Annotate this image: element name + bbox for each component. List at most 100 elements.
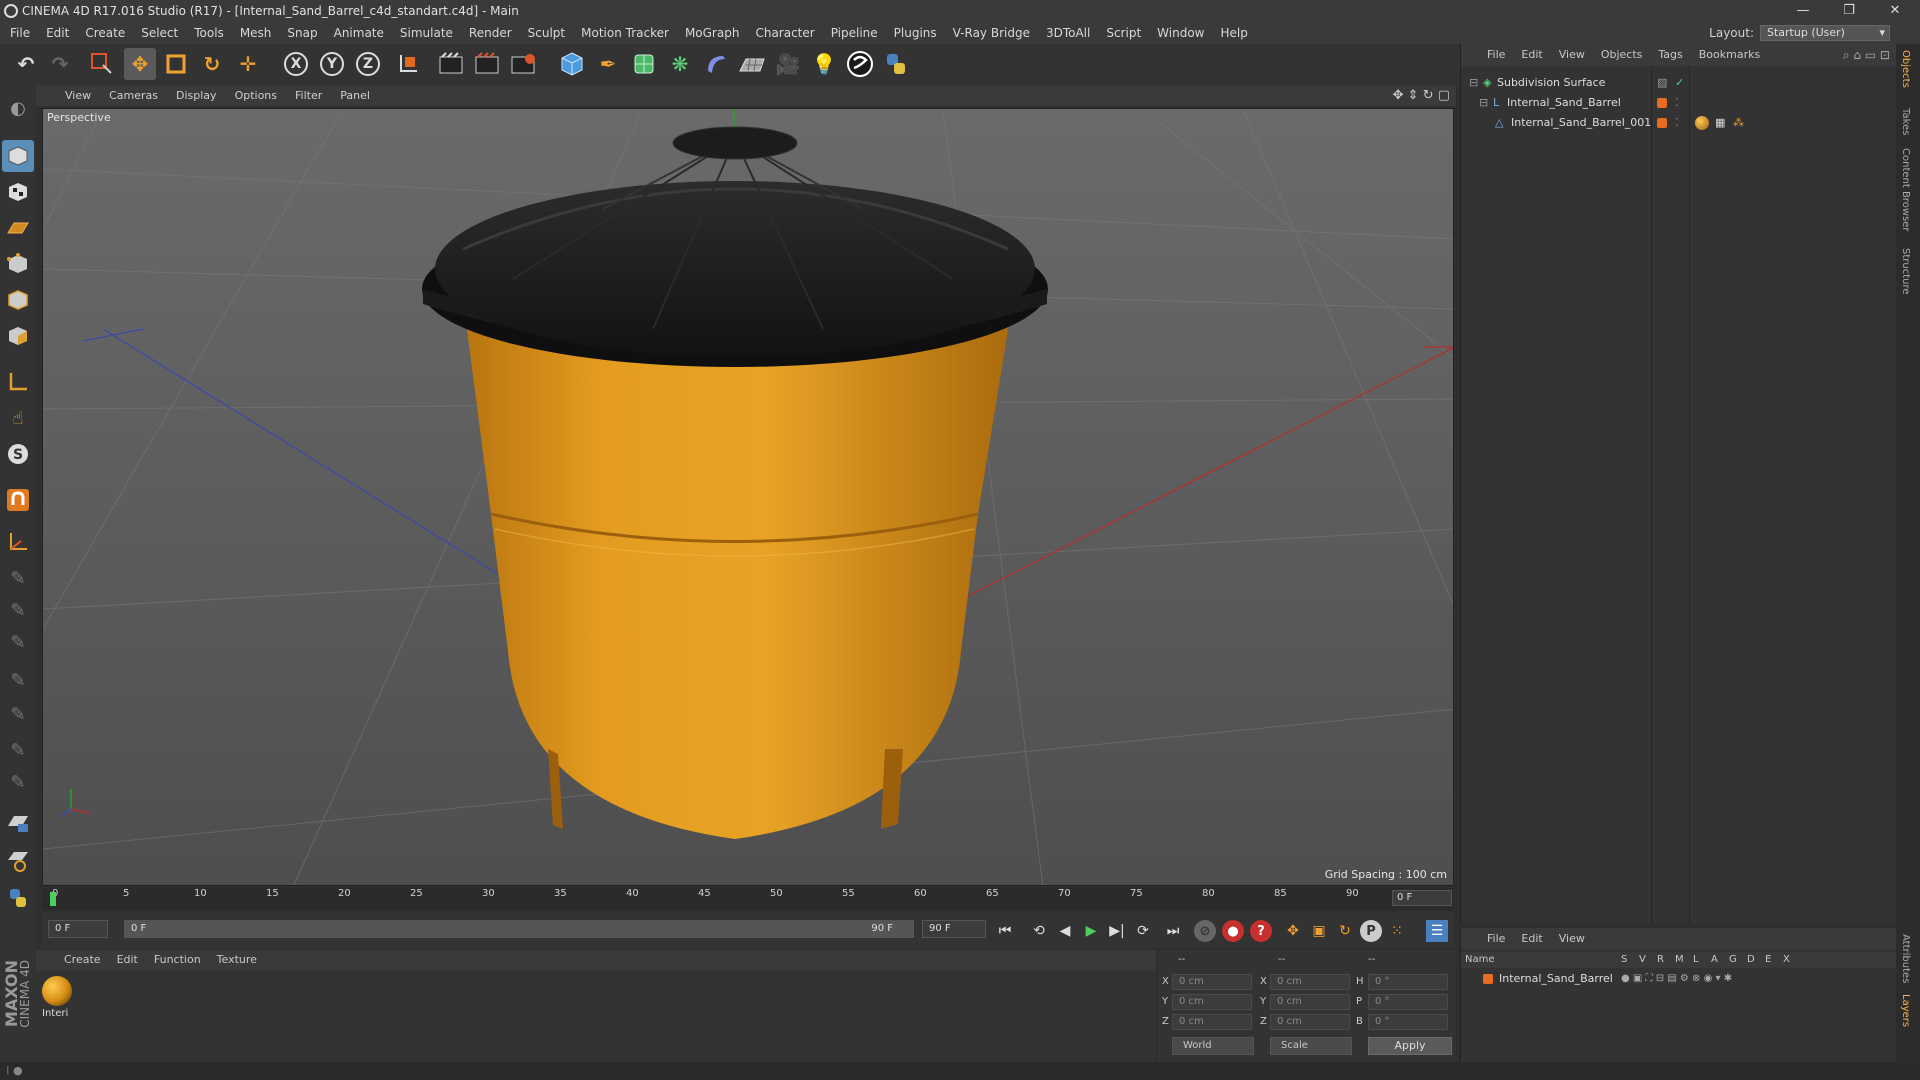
- deformer-icon[interactable]: [700, 48, 732, 80]
- viewport-perspective[interactable]: Perspective Grid Spacing : 100 cm: [42, 108, 1454, 886]
- end-frame-field[interactable]: 90 F: [922, 920, 986, 938]
- rotation-h-field[interactable]: 0 °: [1368, 974, 1448, 990]
- objmgr-menu-bookmarks[interactable]: Bookmarks: [1691, 44, 1768, 66]
- spline-pen-icon[interactable]: ✒: [592, 48, 624, 80]
- bridge-tool-icon[interactable]: ✎: [2, 664, 34, 696]
- objmgr-search-icon[interactable]: ⌕ ⌂ ▭ ⊡: [1843, 48, 1890, 63]
- python-icon[interactable]: [880, 48, 912, 80]
- axis-mode-icon[interactable]: [2, 366, 34, 398]
- live-select-icon[interactable]: [86, 48, 118, 80]
- next-key-icon[interactable]: ⟳: [1132, 920, 1154, 942]
- viewport-menu-options[interactable]: Options: [226, 86, 286, 106]
- points-mode-icon[interactable]: [2, 248, 34, 280]
- record-position-icon[interactable]: ✥: [1282, 920, 1304, 942]
- tab-structure[interactable]: Structure: [1900, 248, 1911, 295]
- menu-select[interactable]: Select: [133, 22, 186, 44]
- scale-icon[interactable]: [160, 48, 192, 80]
- coordinate-system-icon[interactable]: [392, 48, 424, 80]
- cube-icon[interactable]: [556, 48, 588, 80]
- menu-mesh[interactable]: Mesh: [232, 22, 280, 44]
- viewport-menu-display[interactable]: Display: [167, 86, 226, 106]
- layer-col-x[interactable]: X: [1783, 952, 1790, 968]
- layer-col-m[interactable]: M: [1675, 952, 1684, 968]
- texture-mode-icon[interactable]: [2, 176, 34, 208]
- record-scale-icon[interactable]: ▣: [1308, 920, 1330, 942]
- material-menu-texture[interactable]: Texture: [209, 950, 265, 970]
- viewport-menu-filter[interactable]: Filter: [286, 86, 331, 106]
- frame-range-slider[interactable]: 0 F 90 F: [124, 920, 914, 938]
- viewport-menu-panel[interactable]: Panel: [331, 86, 379, 106]
- layer-col-d[interactable]: D: [1747, 952, 1755, 968]
- menu-help[interactable]: Help: [1212, 22, 1255, 44]
- material-tag-icon[interactable]: [1695, 116, 1709, 130]
- menu-mograph[interactable]: MoGraph: [677, 22, 748, 44]
- axis-y-button[interactable]: Y: [316, 48, 348, 80]
- menu-script[interactable]: Script: [1098, 22, 1149, 44]
- snap-icon[interactable]: [2, 484, 34, 516]
- planar-workplane-icon[interactable]: [2, 844, 34, 876]
- layer-row[interactable]: Internal_Sand_Barrel ● ▣ ⛶ ⊟ ▤ ⚙ ⊗ ◉ ▾ ✱: [1461, 970, 1897, 988]
- viewport-menu-cameras[interactable]: Cameras: [100, 86, 167, 106]
- camera-icon[interactable]: 🎥: [772, 48, 804, 80]
- phong-tag-icon[interactable]: ⁂: [1733, 114, 1744, 132]
- layer-col-v[interactable]: V: [1639, 952, 1646, 968]
- layer-toggle-icons[interactable]: ● ▣ ⛶ ⊟ ▤ ⚙ ⊗ ◉ ▾ ✱: [1621, 970, 1732, 988]
- object-row[interactable]: ⊟ L Internal_Sand_Barrel ⁚: [1461, 94, 1897, 112]
- go-to-start-icon[interactable]: ⏮: [994, 920, 1016, 942]
- object-row[interactable]: ⊟ ◈ Subdivision Surface ▨ ✓: [1461, 74, 1897, 92]
- undo-icon[interactable]: ↶: [10, 48, 42, 80]
- workplane-icon[interactable]: [2, 212, 34, 244]
- menu-character[interactable]: Character: [747, 22, 822, 44]
- move-icon[interactable]: ✥: [124, 48, 156, 80]
- light-icon[interactable]: 💡: [808, 48, 840, 80]
- polygons-mode-icon[interactable]: [2, 320, 34, 352]
- object-row[interactable]: △ Internal_Sand_Barrel_001 ⁚ ▦ ⁂: [1461, 114, 1897, 132]
- menu-window[interactable]: Window: [1149, 22, 1212, 44]
- keyframe-selection-icon[interactable]: ?: [1250, 920, 1272, 942]
- timeline-ruler[interactable]: 0 5 10 15 20 25 30 35 40 45 50 55 60 65 …: [42, 888, 1454, 910]
- tweak-mode-icon[interactable]: ☝: [2, 402, 34, 434]
- menu-sculpt[interactable]: Sculpt: [520, 22, 573, 44]
- layer-color-swatch[interactable]: [1657, 98, 1667, 108]
- record-rotation-icon[interactable]: ↻: [1334, 920, 1356, 942]
- render-view-icon[interactable]: [436, 48, 468, 80]
- position-z-field[interactable]: 0 cm: [1172, 1014, 1252, 1030]
- current-frame-field[interactable]: 0 F: [1392, 890, 1452, 906]
- menu-vray-bridge[interactable]: V-Ray Bridge: [945, 22, 1038, 44]
- apply-button[interactable]: Apply: [1368, 1037, 1452, 1055]
- previous-key-icon[interactable]: ⟲: [1028, 920, 1050, 942]
- lock-workplane-icon[interactable]: [2, 808, 34, 840]
- layer-color-swatch[interactable]: [1483, 974, 1493, 984]
- menu-edit[interactable]: Edit: [38, 22, 77, 44]
- start-frame-field[interactable]: 0 F: [48, 920, 108, 938]
- layer-col-s[interactable]: S: [1621, 952, 1627, 968]
- make-editable-icon[interactable]: ◐: [2, 92, 34, 124]
- objmgr-menu-tags[interactable]: Tags: [1650, 44, 1690, 66]
- position-x-field[interactable]: 0 cm: [1172, 974, 1252, 990]
- layer-menu-edit[interactable]: Edit: [1513, 928, 1550, 950]
- enable-axis-icon[interactable]: [2, 526, 34, 558]
- go-to-end-icon[interactable]: ⏭: [1162, 920, 1184, 942]
- layer-col-a[interactable]: A: [1711, 952, 1718, 968]
- axis-z-button[interactable]: Z: [352, 48, 384, 80]
- restore-button[interactable]: ❐: [1826, 0, 1872, 22]
- timeline-window-icon[interactable]: ☰: [1426, 920, 1448, 942]
- redo-icon[interactable]: ↷: [44, 48, 76, 80]
- layout-dropdown[interactable]: Startup (User): [1760, 25, 1890, 41]
- menu-animate[interactable]: Animate: [326, 22, 392, 44]
- layer-col-g[interactable]: G: [1729, 952, 1737, 968]
- knife-tool-icon[interactable]: ✎: [2, 594, 34, 626]
- close-button[interactable]: ✕: [1872, 0, 1918, 22]
- menu-motion-tracker[interactable]: Motion Tracker: [573, 22, 677, 44]
- material-menu-edit[interactable]: Edit: [109, 950, 146, 970]
- floor-icon[interactable]: [736, 48, 768, 80]
- objmgr-menu-view[interactable]: View: [1551, 44, 1593, 66]
- extrude-tool-icon[interactable]: ✎: [2, 698, 34, 730]
- subdivision-icon[interactable]: [628, 48, 660, 80]
- layer-col-l[interactable]: L: [1693, 952, 1699, 968]
- python-script-icon[interactable]: [2, 882, 34, 914]
- rotation-p-field[interactable]: 0 °: [1368, 994, 1448, 1010]
- coordinate-mode-dropdown[interactable]: World: [1172, 1037, 1254, 1055]
- tab-objects[interactable]: Objects: [1900, 50, 1911, 88]
- layer-col-r[interactable]: R: [1657, 952, 1664, 968]
